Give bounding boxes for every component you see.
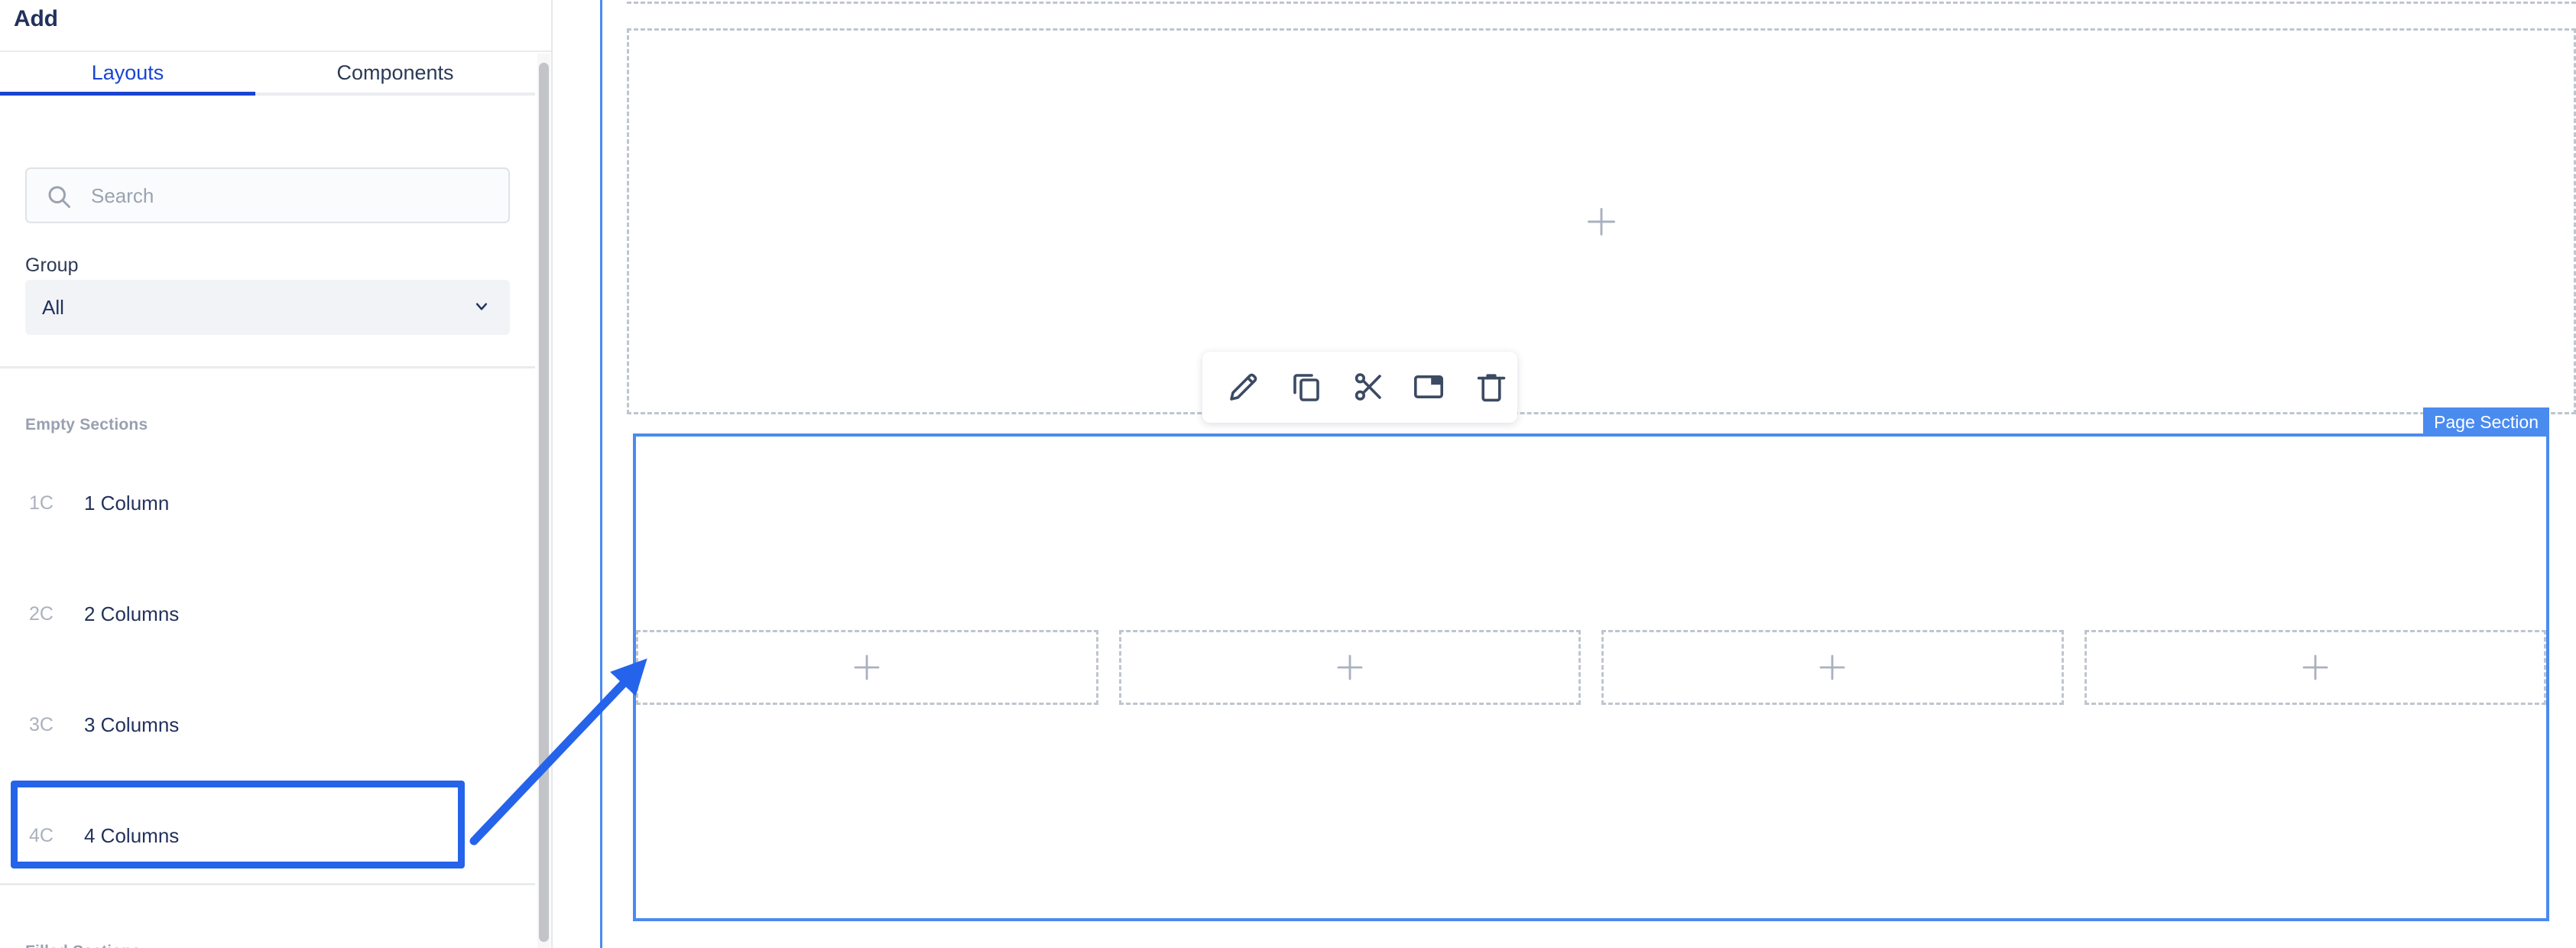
plus-icon[interactable]: [2300, 652, 2331, 683]
panel-scrollbar-thumb[interactable]: [539, 63, 549, 942]
column-dropzone-2[interactable]: [1118, 630, 1581, 705]
search-icon: [45, 183, 73, 210]
copy-button[interactable]: [1283, 364, 1329, 410]
layout-item-label: 2 Columns: [84, 602, 180, 625]
layout-item-label: 3 Columns: [84, 713, 180, 736]
list-divider-top: [0, 366, 535, 368]
plus-icon[interactable]: [1335, 652, 1365, 683]
layout-item-label: 1 Column: [84, 492, 170, 515]
layout-item-4-columns[interactable]: 4C 4 Columns: [0, 810, 535, 862]
search-input[interactable]: [89, 169, 498, 223]
layout-item-label: 4 Columns: [84, 824, 180, 847]
list-divider-bottom: [0, 883, 535, 885]
layout-item-code: 2C: [29, 603, 54, 625]
page-canvas: Page Section: [553, 0, 2576, 948]
column-dropzone-1[interactable]: [636, 630, 1098, 705]
tab-bar: Layouts Components: [0, 52, 535, 95]
layout-item-2-columns[interactable]: 2C 2 Columns: [0, 589, 535, 640]
tab-components[interactable]: Components: [255, 52, 535, 93]
layout-item-code: 4C: [29, 825, 54, 846]
group-selected-value: All: [42, 296, 64, 319]
search-field[interactable]: [25, 167, 510, 223]
tab-layouts[interactable]: Layouts: [0, 52, 255, 93]
layout-item-3-columns[interactable]: 3C 3 Columns: [0, 700, 535, 751]
group-select[interactable]: All: [25, 280, 510, 335]
status-badge: Page Section: [2423, 407, 2549, 437]
paste-button[interactable]: [1406, 364, 1452, 410]
layout-item-code: 1C: [29, 492, 54, 514]
plus-icon[interactable]: [852, 652, 882, 683]
plus-icon[interactable]: [1585, 205, 1618, 239]
columns-row: [636, 630, 2546, 705]
page-title: Add: [14, 6, 58, 31]
column-dropzone-4[interactable]: [2084, 630, 2546, 705]
cut-button[interactable]: [1346, 364, 1392, 410]
empty-sections-heading: Empty Sections: [25, 416, 148, 433]
group-label: Group: [25, 255, 79, 276]
delete-button[interactable]: [1468, 364, 1514, 410]
tab-underline-active: [0, 92, 255, 96]
edit-button[interactable]: [1221, 364, 1267, 410]
layout-item-1-column[interactable]: 1C 1 Column: [0, 478, 535, 529]
column-dropzone-3[interactable]: [1601, 630, 2064, 705]
chevron-down-icon: [472, 299, 492, 314]
layout-item-code: 3C: [29, 714, 54, 735]
empty-section-dropzone[interactable]: [627, 28, 2576, 414]
filled-sections-heading: Filled Sections: [25, 943, 141, 948]
section-boundary-line: [627, 2, 2576, 4]
plus-icon[interactable]: [1817, 652, 1848, 683]
section-context-toolbar: [1202, 352, 1517, 423]
canvas-left-rail: [600, 0, 602, 948]
selected-page-section[interactable]: Page Section: [633, 407, 2549, 921]
add-panel: Add Layouts Components Group All Empty S…: [0, 0, 553, 948]
